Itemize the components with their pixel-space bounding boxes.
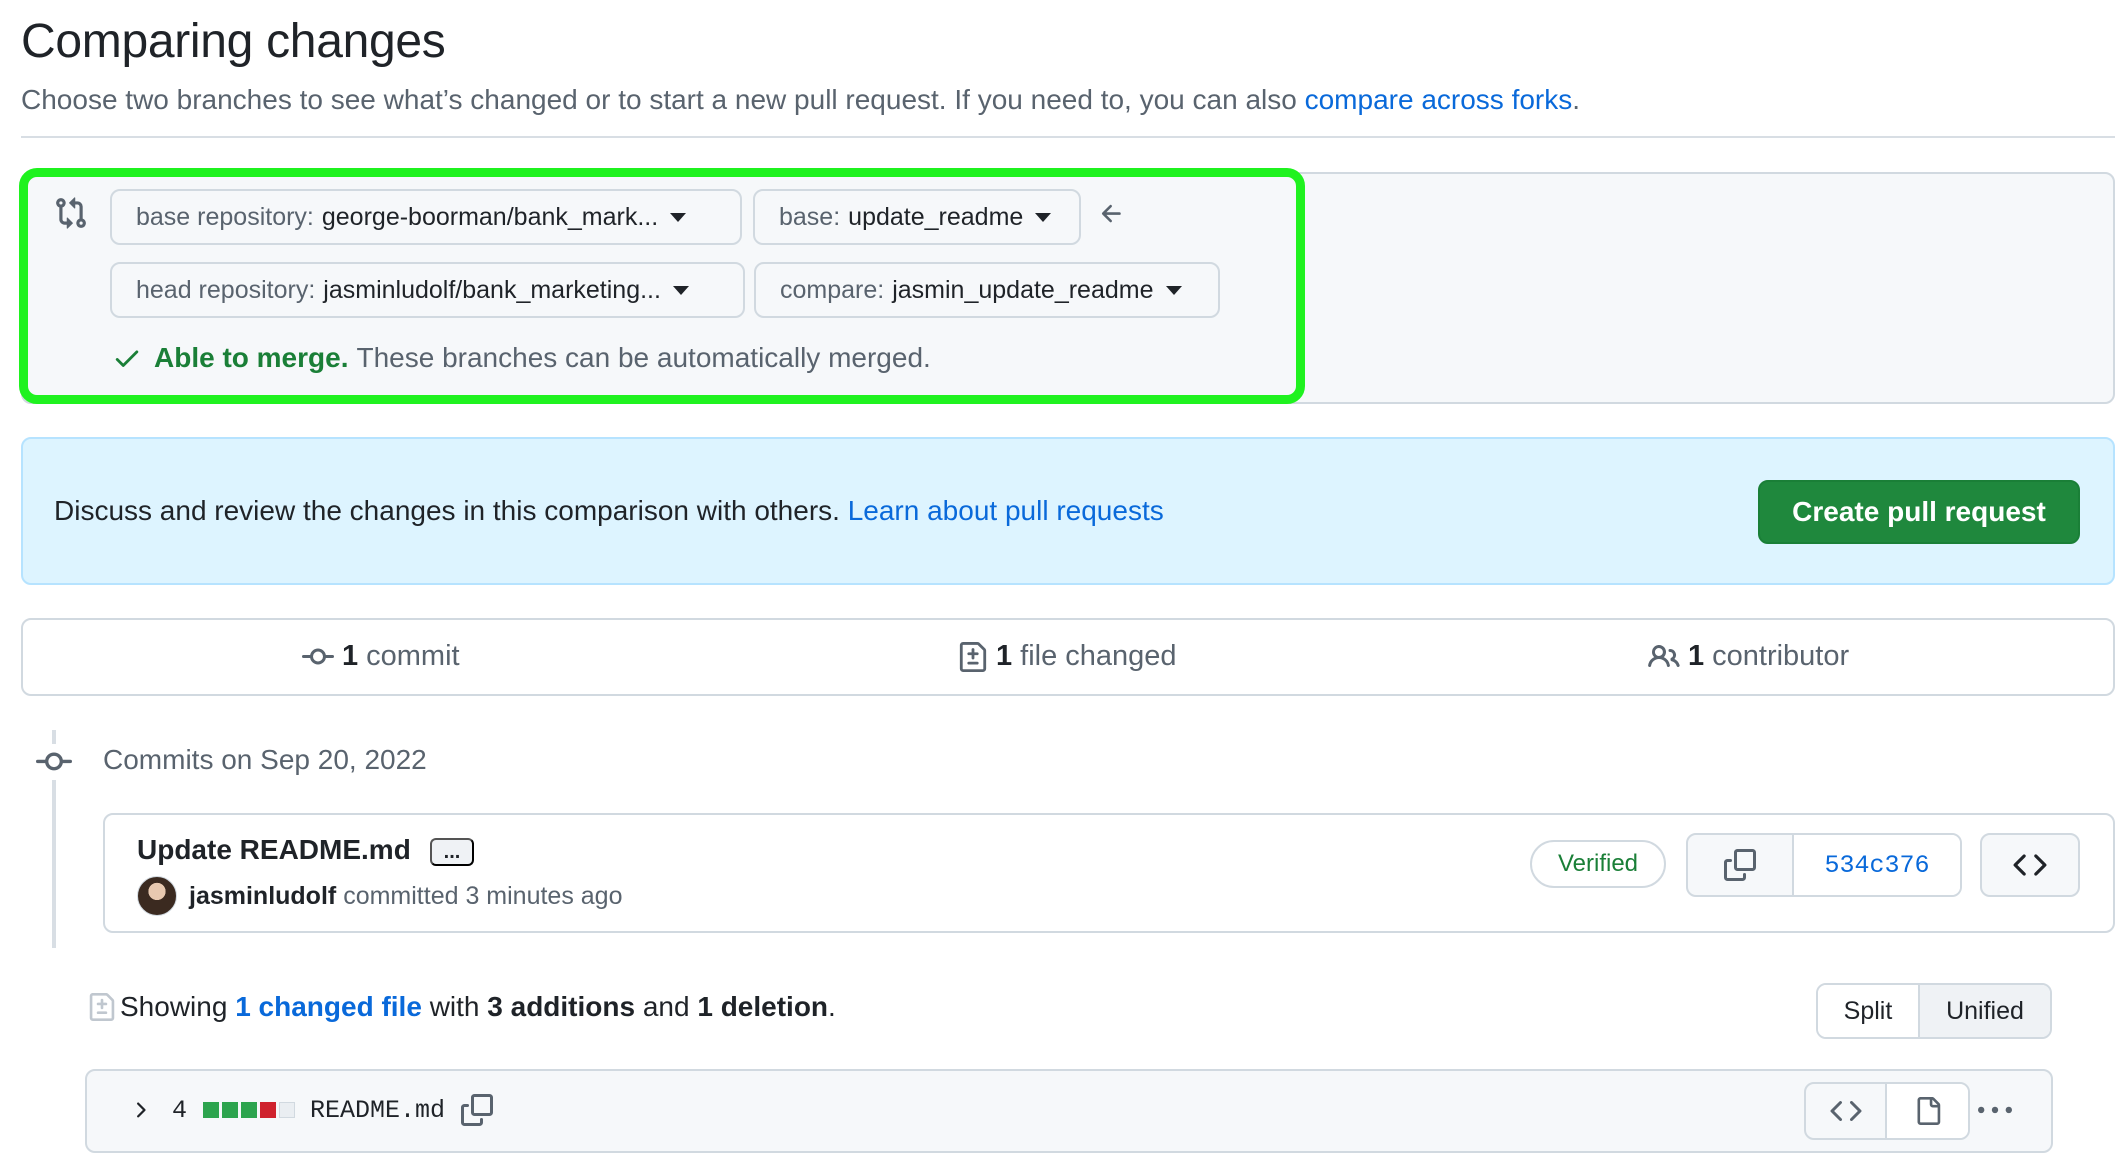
caret-down-icon [1035, 212, 1052, 222]
split-view-button[interactable]: Split [1818, 985, 1920, 1037]
diffstat [203, 1102, 298, 1118]
commit-sha: 534c376 [1824, 850, 1930, 880]
file-name-link[interactable]: README.md [310, 1096, 445, 1125]
base-repository-value: george-boorman/bank_mark... [321, 202, 659, 231]
base-repository-select[interactable]: base repository: george-boorman/bank_mar… [110, 189, 742, 245]
commit-action-text: committed 3 minutes ago [343, 882, 623, 910]
head-repository-value: jasminludolf/bank_marketing... [323, 275, 661, 304]
check-icon [112, 343, 142, 373]
commit-sha-group: 534c376 [1686, 833, 1962, 897]
diffstat-neutral-block [279, 1102, 296, 1118]
compare-branch-select[interactable]: compare: jasmin_update_readme [754, 262, 1220, 318]
caret-down-icon [670, 212, 687, 222]
summary-period: . [828, 991, 836, 1022]
page-description-period: . [1572, 84, 1581, 115]
chevron-right-icon[interactable] [128, 1098, 152, 1122]
diffstat-added-block [222, 1102, 239, 1118]
commits-group-heading: Commits on Sep 20, 2022 [103, 744, 427, 775]
base-branch-select[interactable]: base: update_readme [753, 189, 1081, 245]
kebab-horizontal-icon[interactable] [1975, 1094, 2015, 1128]
showing-text: Showing [120, 991, 228, 1022]
git-commit-icon [36, 744, 72, 780]
stat-contributors[interactable]: 1 contributor [1648, 640, 1849, 673]
file-changes-count: 4 [172, 1095, 188, 1125]
caret-down-icon [672, 285, 689, 295]
merge-status: Able to merge. These branches can be aut… [112, 342, 931, 374]
head-repository-select[interactable]: head repository: jasminludolf/bank_marke… [110, 262, 745, 318]
diff-view-toggle: Split Unified [1816, 983, 2052, 1039]
base-repository-label: base repository: [136, 202, 314, 231]
changed-files-link[interactable]: 1 changed file [235, 991, 422, 1023]
commits-count: 1 [342, 640, 359, 672]
rich-diff-button[interactable] [1887, 1084, 1968, 1138]
merge-status-label: Able to merge. [154, 342, 349, 373]
compare-branch-value: jasmin_update_readme [892, 275, 1154, 304]
code-icon [2013, 848, 2047, 882]
file-diff-icon [958, 641, 988, 673]
contributors-label: contributor [1712, 640, 1850, 672]
base-branch-value: update_readme [848, 202, 1024, 231]
pull-request-prompt-text: Discuss and review the changes in this c… [54, 495, 1164, 527]
copy-icon[interactable] [461, 1094, 494, 1126]
create-pull-request-button[interactable]: Create pull request [1758, 480, 2080, 544]
git-compare-icon [54, 196, 88, 230]
base-branch-label: base: [779, 202, 841, 231]
caret-down-icon [1165, 285, 1182, 295]
avatar[interactable] [137, 876, 177, 916]
diffstat-added-block [203, 1102, 220, 1118]
file-header-row: 4 README.md [128, 1094, 494, 1126]
diffstat-deleted-block [260, 1102, 277, 1118]
compare-across-forks-link[interactable]: compare across forks [1305, 84, 1573, 115]
browse-code-button[interactable] [1980, 833, 2080, 897]
diff-summary: Showing 1 changed file with 3 additions … [88, 991, 836, 1023]
commit-meta: jasminludolf committed 3 minutes ago [189, 882, 622, 911]
contributors-count: 1 [1688, 640, 1705, 672]
head-repository-label: head repository: [136, 275, 316, 304]
header-divider [21, 136, 2115, 138]
additions-count: 3 additions [487, 991, 636, 1022]
merge-status-message: These branches can be automatically merg… [356, 342, 931, 373]
arrow-left-icon [1098, 200, 1126, 228]
copy-icon [1724, 849, 1756, 881]
commit-author-link[interactable]: jasminludolf [189, 882, 336, 910]
and-text: and [642, 991, 690, 1022]
commit-expand-button[interactable]: ... [430, 838, 474, 866]
deletions-count: 1 deletion [697, 991, 829, 1022]
file-view-toggle [1804, 1082, 1970, 1140]
file-icon [1914, 1095, 1942, 1127]
learn-about-pull-requests-link[interactable]: Learn about pull requests [848, 495, 1164, 526]
pull-request-prompt-message: Discuss and review the changes in this c… [54, 495, 840, 526]
page-title: Comparing changes [21, 15, 446, 68]
git-commit-icon [302, 641, 334, 673]
commits-label: commit [366, 640, 460, 672]
files-changed-label: file changed [1020, 640, 1177, 672]
stat-files-changed[interactable]: 1 file changed [958, 640, 1177, 673]
source-diff-button[interactable] [1806, 1084, 1887, 1138]
commit-title-link[interactable]: Update README.md [137, 834, 411, 866]
files-changed-count: 1 [996, 640, 1013, 672]
commit-sha-link[interactable]: 534c376 [1794, 835, 1960, 895]
code-icon [1830, 1095, 1862, 1127]
verified-badge[interactable]: Verified [1530, 840, 1666, 888]
people-icon [1648, 641, 1680, 673]
compare-branch-label: compare: [780, 275, 885, 304]
stat-commits[interactable]: 1 commit [302, 640, 460, 673]
with-text: with [429, 991, 480, 1022]
file-diff-icon [88, 991, 116, 1023]
diffstat-added-block [241, 1102, 258, 1118]
copy-sha-button[interactable] [1688, 835, 1794, 895]
page-description-text: Choose two branches to see what’s change… [21, 84, 1297, 115]
page-description: Choose two branches to see what’s change… [21, 84, 1580, 116]
unified-view-button[interactable]: Unified [1920, 985, 2050, 1037]
